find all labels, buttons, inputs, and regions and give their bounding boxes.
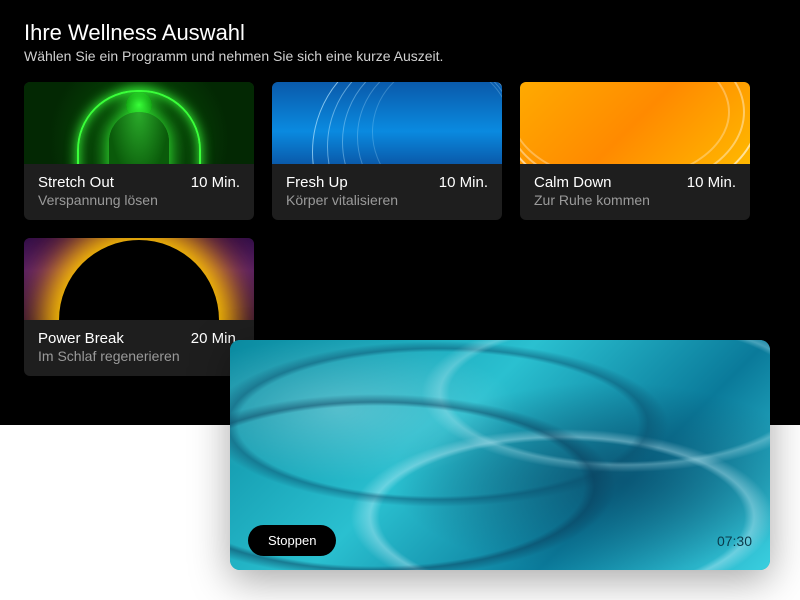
program-card-calm-down[interactable]: Calm Down 10 Min. Zur Ruhe kommen: [520, 82, 750, 220]
page-subtitle: Wählen Sie ein Programm und nehmen Sie s…: [24, 48, 776, 64]
program-duration: 10 Min.: [687, 174, 736, 191]
program-thumbnail: [520, 82, 750, 164]
program-description: Zur Ruhe kommen: [534, 192, 736, 208]
stop-button[interactable]: Stoppen: [248, 525, 336, 556]
program-title: Fresh Up: [286, 174, 348, 191]
program-description: Körper vitalisieren: [286, 192, 488, 208]
program-duration: 10 Min.: [191, 174, 240, 191]
program-description: Im Schlaf regenerieren: [38, 348, 240, 364]
program-description: Verspannung lösen: [38, 192, 240, 208]
program-card-power-break[interactable]: Power Break 20 Min. Im Schlaf regenerier…: [24, 238, 254, 376]
program-card-stretch-out[interactable]: Stretch Out 10 Min. Verspannung lösen: [24, 82, 254, 220]
program-thumbnail: [24, 82, 254, 164]
program-title: Stretch Out: [38, 174, 114, 191]
program-thumbnail: [272, 82, 502, 164]
page-title: Ihre Wellness Auswahl: [24, 20, 776, 46]
program-duration: 10 Min.: [439, 174, 488, 191]
program-card-grid: Stretch Out 10 Min. Verspannung lösen Fr…: [24, 82, 776, 376]
program-thumbnail: [24, 238, 254, 320]
program-card-fresh-up[interactable]: Fresh Up 10 Min. Körper vitalisieren: [272, 82, 502, 220]
program-title: Power Break: [38, 330, 124, 347]
player-controls: Stoppen 07:30: [230, 511, 770, 570]
program-title: Calm Down: [534, 174, 612, 191]
media-player: Stoppen 07:30: [230, 340, 770, 570]
playback-timestamp: 07:30: [717, 533, 752, 549]
